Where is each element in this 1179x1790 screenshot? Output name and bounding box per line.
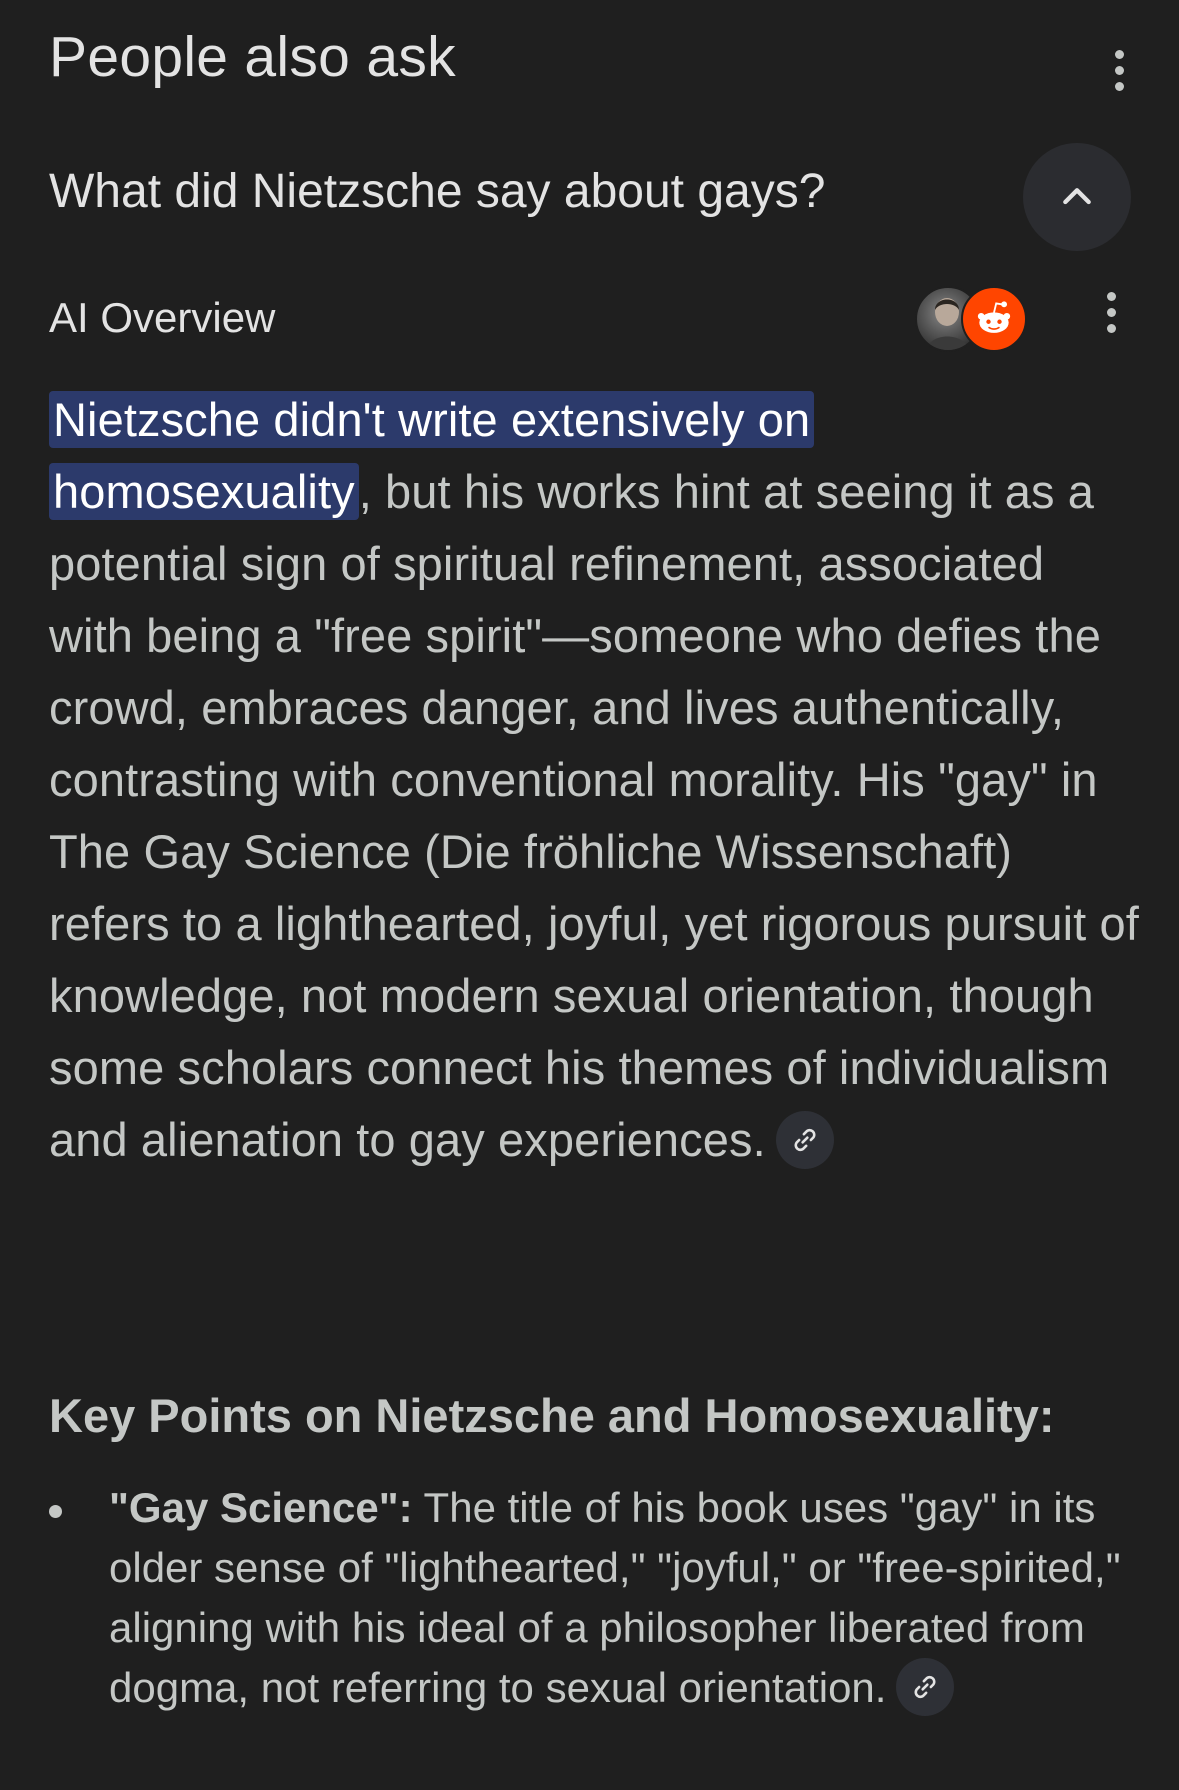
overview-body: , but his works hint at seeing it as a p… xyxy=(49,465,1139,1166)
question-text: What did Nietzsche say about gays? xyxy=(49,165,826,218)
link-icon xyxy=(794,1128,816,1151)
citation-link-button[interactable] xyxy=(896,1657,955,1716)
link-icon xyxy=(914,1675,936,1698)
ai-overview-header: AI Overview xyxy=(49,280,1131,360)
more-vert-icon[interactable] xyxy=(1091,282,1131,342)
more-vert-icon[interactable] xyxy=(1099,40,1139,100)
question-row[interactable]: What did Nietzsche say about gays? xyxy=(49,140,1131,251)
list-item: "Gay Science": The title of his book use… xyxy=(49,1478,1149,1720)
source-avatars[interactable] xyxy=(915,286,1027,352)
ai-overview-text: Nietzsche didn't write extensively on hom… xyxy=(49,384,1139,1176)
chevron-up-icon xyxy=(1063,188,1091,205)
key-points-list: "Gay Science": The title of his book use… xyxy=(49,1478,1149,1720)
page-title: People also ask xyxy=(49,25,456,89)
highlighted-answer-line1: Nietzsche didn't write extensively on xyxy=(49,391,815,448)
people-also-ask-header: People also ask xyxy=(49,18,1139,98)
reddit-icon xyxy=(961,286,1027,352)
highlighted-answer-line2: homosexuality xyxy=(49,463,359,520)
collapse-button[interactable] xyxy=(1023,143,1131,251)
ai-overview-label: AI Overview xyxy=(49,294,276,341)
bullet-term: "Gay Science": xyxy=(109,1484,413,1531)
citation-link-button[interactable] xyxy=(775,1110,834,1169)
key-points-heading: Key Points on Nietzsche and Homosexualit… xyxy=(49,1389,1055,1442)
bullet-dot xyxy=(49,1505,62,1518)
